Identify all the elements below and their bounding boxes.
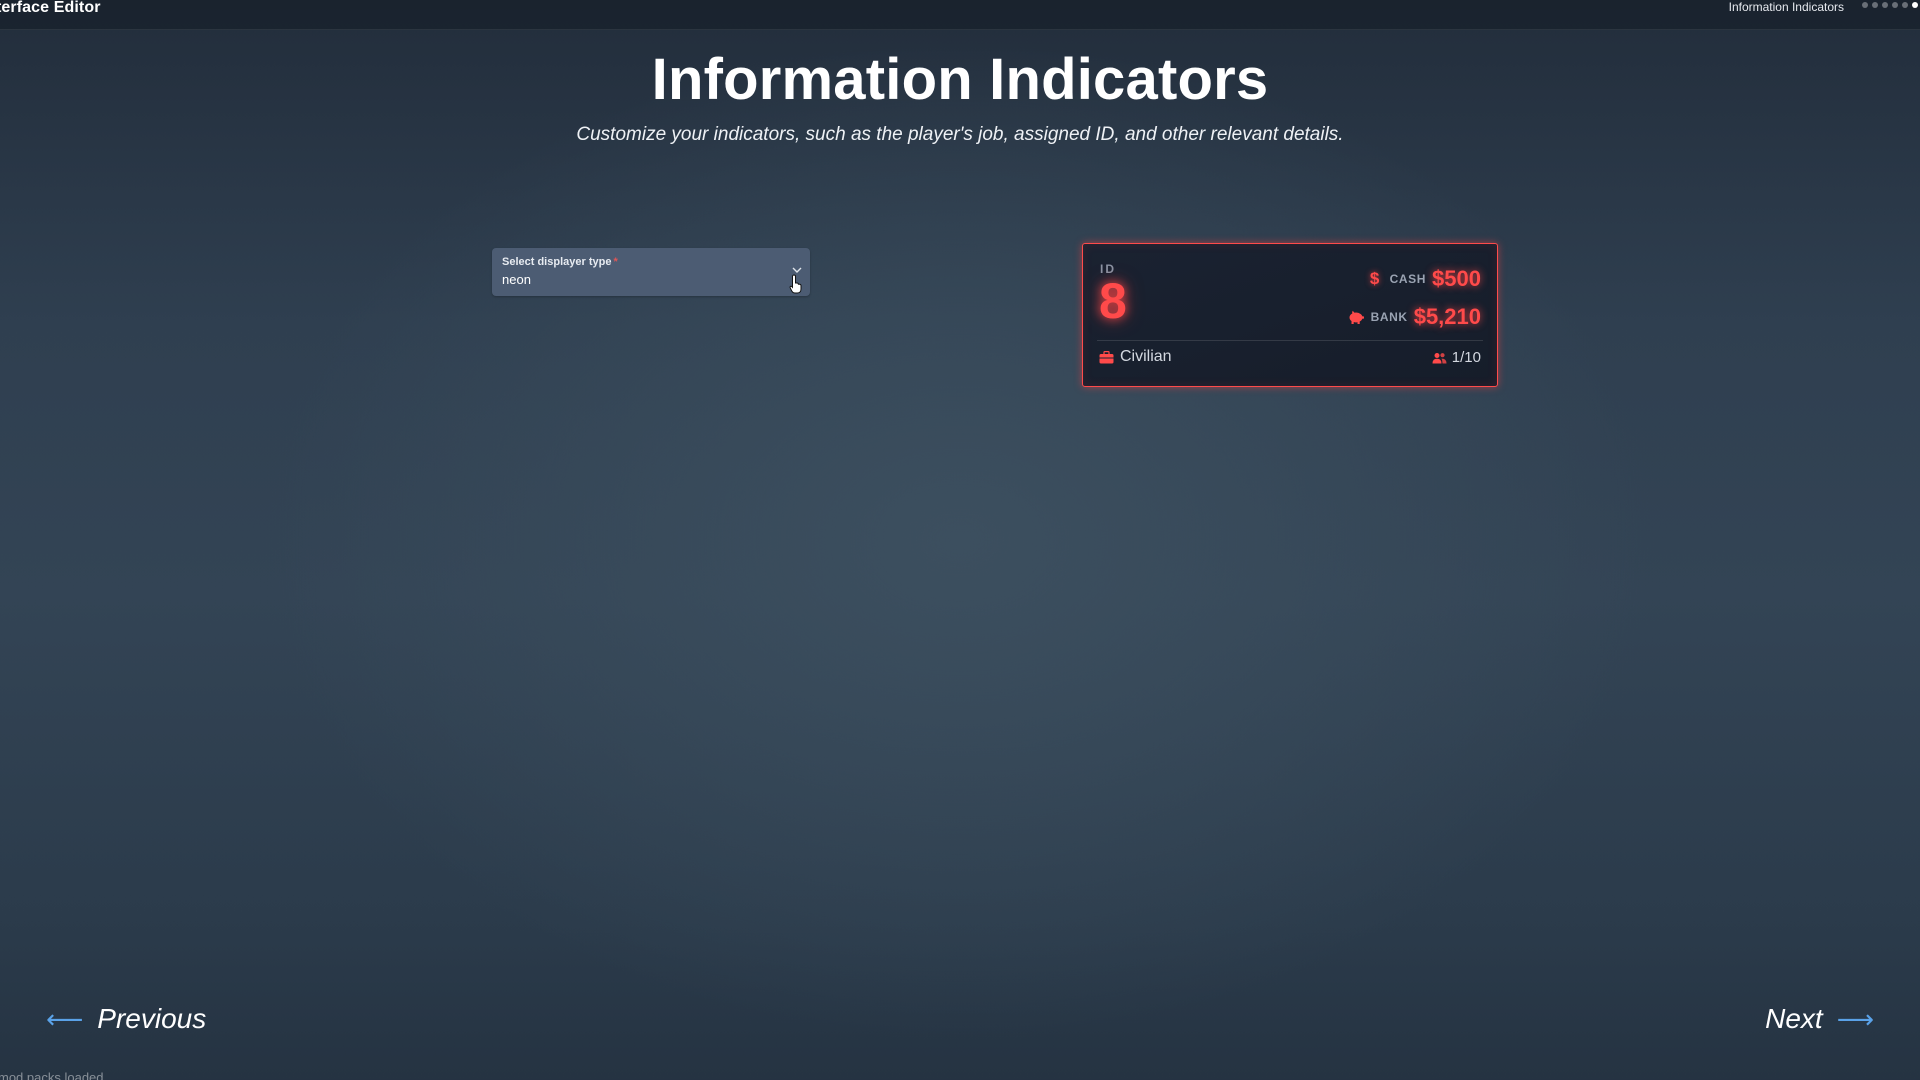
step-dot (1882, 2, 1888, 8)
step-dot-active (1912, 2, 1918, 8)
footer-status: mod packs loaded (0, 1070, 104, 1080)
job-name: Civilian (1120, 348, 1172, 365)
step-dot (1892, 2, 1898, 8)
cash-value: $500 (1432, 266, 1481, 291)
chevron-down-icon[interactable] (792, 266, 802, 274)
neon-indicator-preview: ID 8 $ CASH $500 BANK $5,210 Civilian 1/… (1082, 243, 1498, 387)
next-button[interactable]: Next ⟶ (1765, 1003, 1874, 1035)
page-title: Information Indicators (651, 47, 1269, 112)
select-label: Select displayer type * (502, 256, 618, 268)
players-row: 1/10 (1432, 349, 1481, 366)
arrow-left-icon: ⟵ (46, 1003, 84, 1034)
top-bar: terface Editor Information Indicators (0, 0, 1920, 30)
required-mark: * (613, 256, 618, 268)
previous-button[interactable]: ⟵ Previous (46, 1003, 206, 1035)
next-label: Next (1765, 1003, 1823, 1034)
app-title: terface Editor (0, 0, 101, 16)
bank-label: BANK (1370, 310, 1408, 324)
card-divider (1097, 340, 1483, 341)
id-value: 8 (1099, 273, 1127, 329)
step-dot (1902, 2, 1908, 8)
step-indicator (1862, 2, 1918, 8)
users-icon (1432, 352, 1447, 363)
breadcrumb: Information Indicators (1728, 0, 1844, 14)
step-dot (1872, 2, 1878, 8)
briefcase-icon (1099, 350, 1114, 363)
mouse-cursor-icon (789, 274, 802, 294)
arrow-right-icon: ⟶ (1836, 1003, 1874, 1034)
displayer-type-select[interactable]: Select displayer type * neon (492, 248, 810, 296)
piggy-bank-icon (1349, 310, 1364, 324)
player-count: 1/10 (1451, 349, 1481, 366)
bank-value: $5,210 (1413, 304, 1481, 329)
cash-label: CASH (1389, 272, 1427, 286)
select-value: neon (502, 272, 531, 287)
page-subtitle: Customize your indicators, such as the p… (576, 124, 1344, 145)
job-row: Civilian (1099, 348, 1172, 366)
cash-row: $ CASH $500 (1366, 266, 1481, 292)
previous-label: Previous (97, 1003, 207, 1034)
step-dot (1862, 2, 1868, 8)
select-label-text: Select displayer type (502, 256, 612, 268)
bank-row: BANK $5,210 (1347, 304, 1481, 330)
dollar-icon: $ (1369, 269, 1380, 288)
